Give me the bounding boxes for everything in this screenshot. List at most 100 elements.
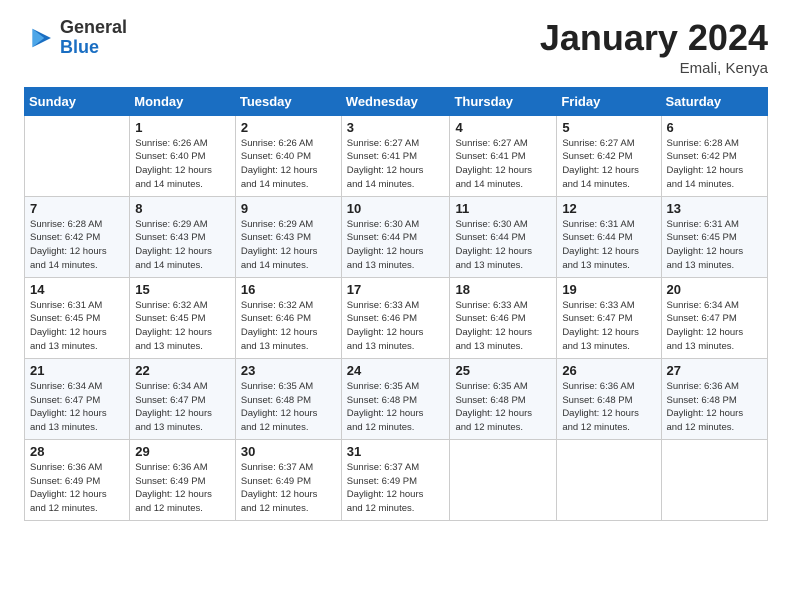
table-cell: 31Sunrise: 6:37 AMSunset: 6:49 PMDayligh… bbox=[341, 439, 450, 520]
table-cell: 13 Sunrise: 6:31 AMSunset: 6:45 PMDayligh… bbox=[661, 196, 767, 277]
day-info: Sunrise: 6:29 AMSunset: 6:43 PMDaylight:… bbox=[241, 218, 336, 273]
table-cell bbox=[661, 439, 767, 520]
table-cell: 10Sunrise: 6:30 AMSunset: 6:44 PMDayligh… bbox=[341, 196, 450, 277]
table-cell bbox=[25, 115, 130, 196]
table-cell: 18 Sunrise: 6:33 AMSunset: 6:46 PMDayligh… bbox=[450, 277, 557, 358]
table-cell: 4 Sunrise: 6:27 AMSunset: 6:41 PMDaylight… bbox=[450, 115, 557, 196]
day-info: Sunrise: 6:34 AMSunset: 6:47 PMDaylight:… bbox=[30, 380, 124, 435]
day-number: 13 bbox=[667, 201, 762, 216]
day-info: Sunrise: 6:34 AMSunset: 6:47 PMDaylight:… bbox=[135, 380, 230, 435]
day-number: 1 bbox=[135, 120, 230, 135]
day-number: 19 bbox=[562, 282, 655, 297]
day-number: 4 bbox=[455, 120, 551, 135]
day-info: Sunrise: 6:31 AMSunset: 6:45 PMDaylight:… bbox=[667, 218, 762, 273]
table-cell: 23 Sunrise: 6:35 AMSunset: 6:48 PMDayligh… bbox=[235, 358, 341, 439]
table-cell: 20 Sunrise: 6:34 AMSunset: 6:47 PMDayligh… bbox=[661, 277, 767, 358]
day-number: 26 bbox=[562, 363, 655, 378]
table-cell: 3Sunrise: 6:27 AMSunset: 6:41 PMDaylight… bbox=[341, 115, 450, 196]
day-info: Sunrise: 6:31 AMSunset: 6:45 PMDaylight:… bbox=[30, 299, 124, 354]
title-month: January 2024 bbox=[540, 18, 768, 58]
table-cell: 24Sunrise: 6:35 AMSunset: 6:48 PMDayligh… bbox=[341, 358, 450, 439]
header: General Blue January 2024 Emali, Kenya bbox=[24, 18, 768, 77]
logo-text: General Blue bbox=[60, 18, 127, 58]
day-info: Sunrise: 6:32 AMSunset: 6:46 PMDaylight:… bbox=[241, 299, 336, 354]
day-number: 8 bbox=[135, 201, 230, 216]
table-cell: 5 Sunrise: 6:27 AMSunset: 6:42 PMDaylight… bbox=[557, 115, 661, 196]
day-info: Sunrise: 6:35 AMSunset: 6:48 PMDaylight:… bbox=[455, 380, 551, 435]
day-number: 23 bbox=[241, 363, 336, 378]
day-number: 28 bbox=[30, 444, 124, 459]
logo: General Blue bbox=[24, 18, 127, 58]
day-info: Sunrise: 6:28 AMSunset: 6:42 PMDaylight:… bbox=[667, 137, 762, 192]
day-number: 29 bbox=[135, 444, 230, 459]
day-info: Sunrise: 6:26 AMSunset: 6:40 PMDaylight:… bbox=[135, 137, 230, 192]
table-cell: 15 Sunrise: 6:32 AMSunset: 6:45 PMDayligh… bbox=[130, 277, 236, 358]
table-cell: 22 Sunrise: 6:34 AMSunset: 6:47 PMDayligh… bbox=[130, 358, 236, 439]
title-block: January 2024 Emali, Kenya bbox=[540, 18, 768, 77]
day-number: 11 bbox=[455, 201, 551, 216]
day-number: 27 bbox=[667, 363, 762, 378]
calendar-week-row: 1 Sunrise: 6:26 AMSunset: 6:40 PMDaylight… bbox=[25, 115, 768, 196]
day-info: Sunrise: 6:26 AMSunset: 6:40 PMDaylight:… bbox=[241, 137, 336, 192]
day-info: Sunrise: 6:33 AMSunset: 6:46 PMDaylight:… bbox=[455, 299, 551, 354]
day-number: 30 bbox=[241, 444, 336, 459]
calendar-table: Sunday Monday Tuesday Wednesday Thursday… bbox=[24, 87, 768, 521]
table-cell bbox=[557, 439, 661, 520]
table-cell: 27 Sunrise: 6:36 AMSunset: 6:48 PMDayligh… bbox=[661, 358, 767, 439]
day-number: 9 bbox=[241, 201, 336, 216]
calendar-week-row: 21 Sunrise: 6:34 AMSunset: 6:47 PMDayligh… bbox=[25, 358, 768, 439]
day-info: Sunrise: 6:32 AMSunset: 6:45 PMDaylight:… bbox=[135, 299, 230, 354]
day-number: 14 bbox=[30, 282, 124, 297]
col-monday: Monday bbox=[130, 87, 236, 115]
logo-icon bbox=[24, 22, 56, 54]
day-number: 2 bbox=[241, 120, 336, 135]
table-cell: 29 Sunrise: 6:36 AMSunset: 6:49 PMDayligh… bbox=[130, 439, 236, 520]
day-info: Sunrise: 6:37 AMSunset: 6:49 PMDaylight:… bbox=[241, 461, 336, 516]
day-info: Sunrise: 6:33 AMSunset: 6:47 PMDaylight:… bbox=[562, 299, 655, 354]
day-number: 12 bbox=[562, 201, 655, 216]
table-cell: 2 Sunrise: 6:26 AMSunset: 6:40 PMDaylight… bbox=[235, 115, 341, 196]
day-number: 20 bbox=[667, 282, 762, 297]
day-number: 5 bbox=[562, 120, 655, 135]
day-number: 3 bbox=[347, 120, 445, 135]
table-cell: 21 Sunrise: 6:34 AMSunset: 6:47 PMDayligh… bbox=[25, 358, 130, 439]
day-info: Sunrise: 6:34 AMSunset: 6:47 PMDaylight:… bbox=[667, 299, 762, 354]
col-tuesday: Tuesday bbox=[235, 87, 341, 115]
day-info: Sunrise: 6:36 AMSunset: 6:49 PMDaylight:… bbox=[135, 461, 230, 516]
day-number: 10 bbox=[347, 201, 445, 216]
table-cell: 28 Sunrise: 6:36 AMSunset: 6:49 PMDayligh… bbox=[25, 439, 130, 520]
table-cell: 1 Sunrise: 6:26 AMSunset: 6:40 PMDaylight… bbox=[130, 115, 236, 196]
day-info: Sunrise: 6:35 AMSunset: 6:48 PMDaylight:… bbox=[241, 380, 336, 435]
table-cell: 25Sunrise: 6:35 AMSunset: 6:48 PMDayligh… bbox=[450, 358, 557, 439]
day-info: Sunrise: 6:36 AMSunset: 6:48 PMDaylight:… bbox=[562, 380, 655, 435]
day-info: Sunrise: 6:36 AMSunset: 6:49 PMDaylight:… bbox=[30, 461, 124, 516]
title-location: Emali, Kenya bbox=[540, 60, 768, 77]
table-cell: 16 Sunrise: 6:32 AMSunset: 6:46 PMDayligh… bbox=[235, 277, 341, 358]
day-number: 18 bbox=[455, 282, 551, 297]
day-number: 16 bbox=[241, 282, 336, 297]
day-number: 15 bbox=[135, 282, 230, 297]
day-number: 31 bbox=[347, 444, 445, 459]
day-info: Sunrise: 6:30 AMSunset: 6:44 PMDaylight:… bbox=[455, 218, 551, 273]
day-info: Sunrise: 6:36 AMSunset: 6:48 PMDaylight:… bbox=[667, 380, 762, 435]
table-cell: 7Sunrise: 6:28 AMSunset: 6:42 PMDaylight… bbox=[25, 196, 130, 277]
logo-blue-label: Blue bbox=[60, 38, 127, 58]
col-wednesday: Wednesday bbox=[341, 87, 450, 115]
table-cell: 17Sunrise: 6:33 AMSunset: 6:46 PMDayligh… bbox=[341, 277, 450, 358]
table-cell: 26 Sunrise: 6:36 AMSunset: 6:48 PMDayligh… bbox=[557, 358, 661, 439]
page: General Blue January 2024 Emali, Kenya S… bbox=[0, 0, 792, 612]
col-sunday: Sunday bbox=[25, 87, 130, 115]
day-info: Sunrise: 6:27 AMSunset: 6:41 PMDaylight:… bbox=[455, 137, 551, 192]
table-cell: 30 Sunrise: 6:37 AMSunset: 6:49 PMDayligh… bbox=[235, 439, 341, 520]
calendar-header-row: Sunday Monday Tuesday Wednesday Thursday… bbox=[25, 87, 768, 115]
day-info: Sunrise: 6:33 AMSunset: 6:46 PMDaylight:… bbox=[347, 299, 445, 354]
day-number: 21 bbox=[30, 363, 124, 378]
day-number: 24 bbox=[347, 363, 445, 378]
day-number: 22 bbox=[135, 363, 230, 378]
table-cell: 9 Sunrise: 6:29 AMSunset: 6:43 PMDaylight… bbox=[235, 196, 341, 277]
day-number: 6 bbox=[667, 120, 762, 135]
table-cell bbox=[450, 439, 557, 520]
calendar-week-row: 28 Sunrise: 6:36 AMSunset: 6:49 PMDayligh… bbox=[25, 439, 768, 520]
day-info: Sunrise: 6:27 AMSunset: 6:42 PMDaylight:… bbox=[562, 137, 655, 192]
col-friday: Friday bbox=[557, 87, 661, 115]
